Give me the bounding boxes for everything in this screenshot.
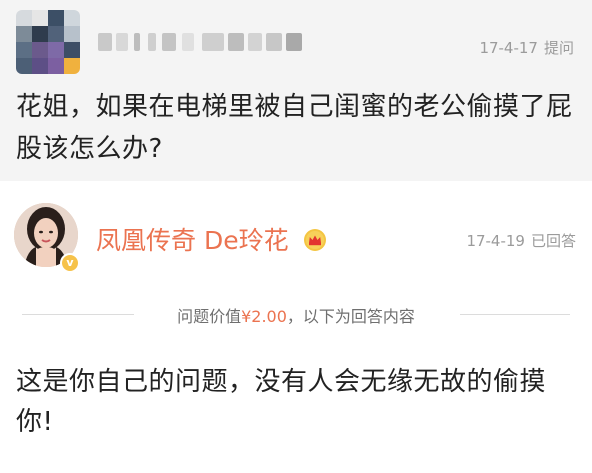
verified-badge-icon: v [60, 253, 80, 273]
price-divider: 问题价值¥2.00，以下为回答内容 [0, 281, 592, 345]
question-date: 17-4-17 [479, 39, 538, 57]
answerer-name-row: 凤凰传奇 De玲花 [96, 221, 327, 257]
price-value: ¥2.00 [241, 307, 287, 326]
answer-date: 17-4-19 [466, 232, 525, 250]
crown-icon [303, 229, 326, 251]
answerer-name[interactable]: 凤凰传奇 De玲花 [96, 226, 289, 255]
page: 17-4-17 提问 花姐，如果在电梯里被自己闺蜜的老公偷摸了屁股该怎么办? v … [0, 0, 592, 473]
question-text: 花姐，如果在电梯里被自己闺蜜的老公偷摸了屁股该怎么办? [16, 92, 573, 164]
question-meta: 17-4-17 提问 [479, 37, 574, 58]
answer-header: v 凤凰传奇 De玲花 17-4-19 已回答 [0, 181, 592, 281]
answer-meta: 17-4-19 已回答 [466, 230, 576, 251]
question-action: 提问 [543, 39, 574, 57]
answer-text: 这是你自己的问题，没有人会无缘无故的偷摸你! [16, 367, 547, 437]
question-card: 17-4-17 提问 花姐，如果在电梯里被自己闺蜜的老公偷摸了屁股该怎么办? [0, 0, 592, 181]
price-prefix: 问题价值 [177, 307, 242, 326]
price-suffix: ，以下为回答内容 [286, 307, 415, 326]
asker-name-obscured [98, 30, 308, 54]
price-info: 问题价值¥2.00，以下为回答内容 [0, 303, 592, 327]
answer-action: 已回答 [530, 232, 576, 250]
asker-avatar[interactable] [16, 10, 80, 74]
